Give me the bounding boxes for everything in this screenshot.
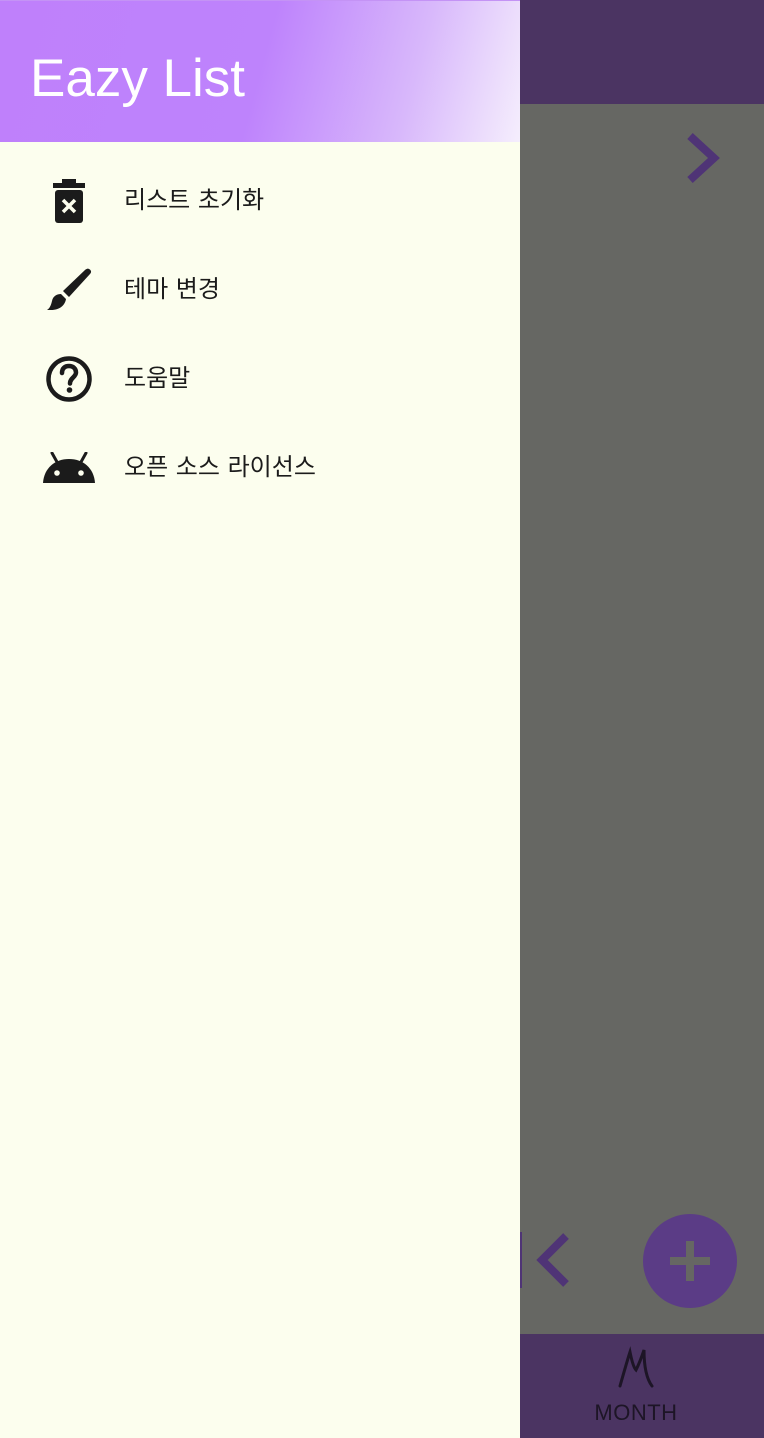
- month-m-icon: [618, 1346, 654, 1388]
- help-circle-icon: [40, 354, 98, 404]
- menu-item-reset-list[interactable]: 리스트 초기화: [0, 156, 520, 245]
- drawer-menu: 리스트 초기화 테마 변경 도움말 오픈 소스 라이선스: [0, 156, 520, 512]
- menu-item-change-theme[interactable]: 테마 변경: [0, 245, 520, 334]
- menu-item-open-source-licenses[interactable]: 오픈 소스 라이선스: [0, 423, 520, 512]
- menu-item-help[interactable]: 도움말: [0, 334, 520, 423]
- chevron-left-icon[interactable]: [516, 1228, 580, 1292]
- menu-item-label: 테마 변경: [124, 275, 220, 303]
- delete-forever-icon: [40, 176, 98, 226]
- add-button[interactable]: [643, 1214, 737, 1308]
- menu-item-label: 리스트 초기화: [124, 186, 265, 214]
- tab-month-label: MONTH: [594, 1400, 678, 1425]
- chevron-right-icon[interactable]: [676, 128, 728, 188]
- brush-icon: [40, 265, 98, 315]
- navigation-drawer: Eazy List 리스트 초기화 테마 변경 도움말 오픈 소스 라이선스: [0, 0, 520, 1438]
- menu-item-label: 오픈 소스 라이선스: [124, 453, 316, 481]
- android-icon: [40, 443, 98, 493]
- tab-month[interactable]: MONTH: [580, 1334, 692, 1438]
- drawer-header: Eazy List: [0, 0, 520, 142]
- drawer-title: Eazy List: [30, 49, 246, 108]
- menu-item-label: 도움말: [124, 364, 191, 392]
- plus-icon: [670, 1241, 710, 1281]
